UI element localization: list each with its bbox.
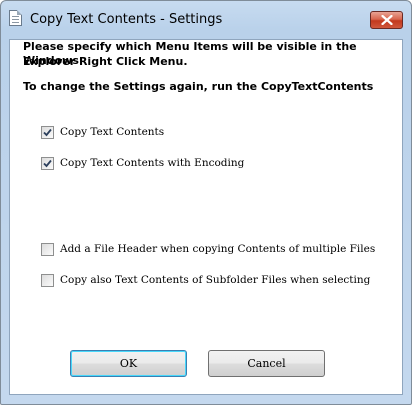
checkbox[interactable] xyxy=(41,156,54,170)
cancel-button[interactable]: Cancel xyxy=(208,350,325,377)
option-label: Copy Text Contents xyxy=(60,126,165,138)
option-label: Add a File Header when copying Contents … xyxy=(60,243,376,255)
checkmark-icon xyxy=(43,128,52,136)
close-button[interactable] xyxy=(370,11,403,29)
option-copy-subfolder-files[interactable]: Copy also Text Contents of Subfolder Fil… xyxy=(41,273,370,287)
option-copy-text-contents[interactable]: Copy Text Contents xyxy=(41,125,164,139)
checkmark-icon xyxy=(43,159,52,167)
title-bar[interactable]: Copy Text Contents - Settings xyxy=(1,1,411,39)
close-icon xyxy=(381,15,393,25)
window-title: Copy Text Contents - Settings xyxy=(30,12,223,27)
option-copy-text-contents-with-encoding[interactable]: Copy Text Contents with Encoding xyxy=(41,156,244,170)
settings-dialog: Copy Text Contents - Settings Please spe… xyxy=(0,0,412,405)
option-label: Copy Text Contents with Encoding xyxy=(60,157,245,169)
instruction-text-line-2: Explorer Right Click Menu. xyxy=(23,55,188,68)
option-add-file-header[interactable]: Add a File Header when copying Contents … xyxy=(41,242,375,256)
dialog-content: Please specify which Menu Items will be … xyxy=(9,39,403,395)
ok-button[interactable]: OK xyxy=(70,350,187,377)
document-icon xyxy=(9,10,22,26)
checkbox[interactable] xyxy=(41,273,54,287)
settings-note: To change the Settings again, run the Co… xyxy=(23,80,374,93)
checkbox[interactable] xyxy=(41,242,54,256)
checkbox[interactable] xyxy=(41,125,54,139)
option-label: Copy also Text Contents of Subfolder Fil… xyxy=(60,274,371,286)
